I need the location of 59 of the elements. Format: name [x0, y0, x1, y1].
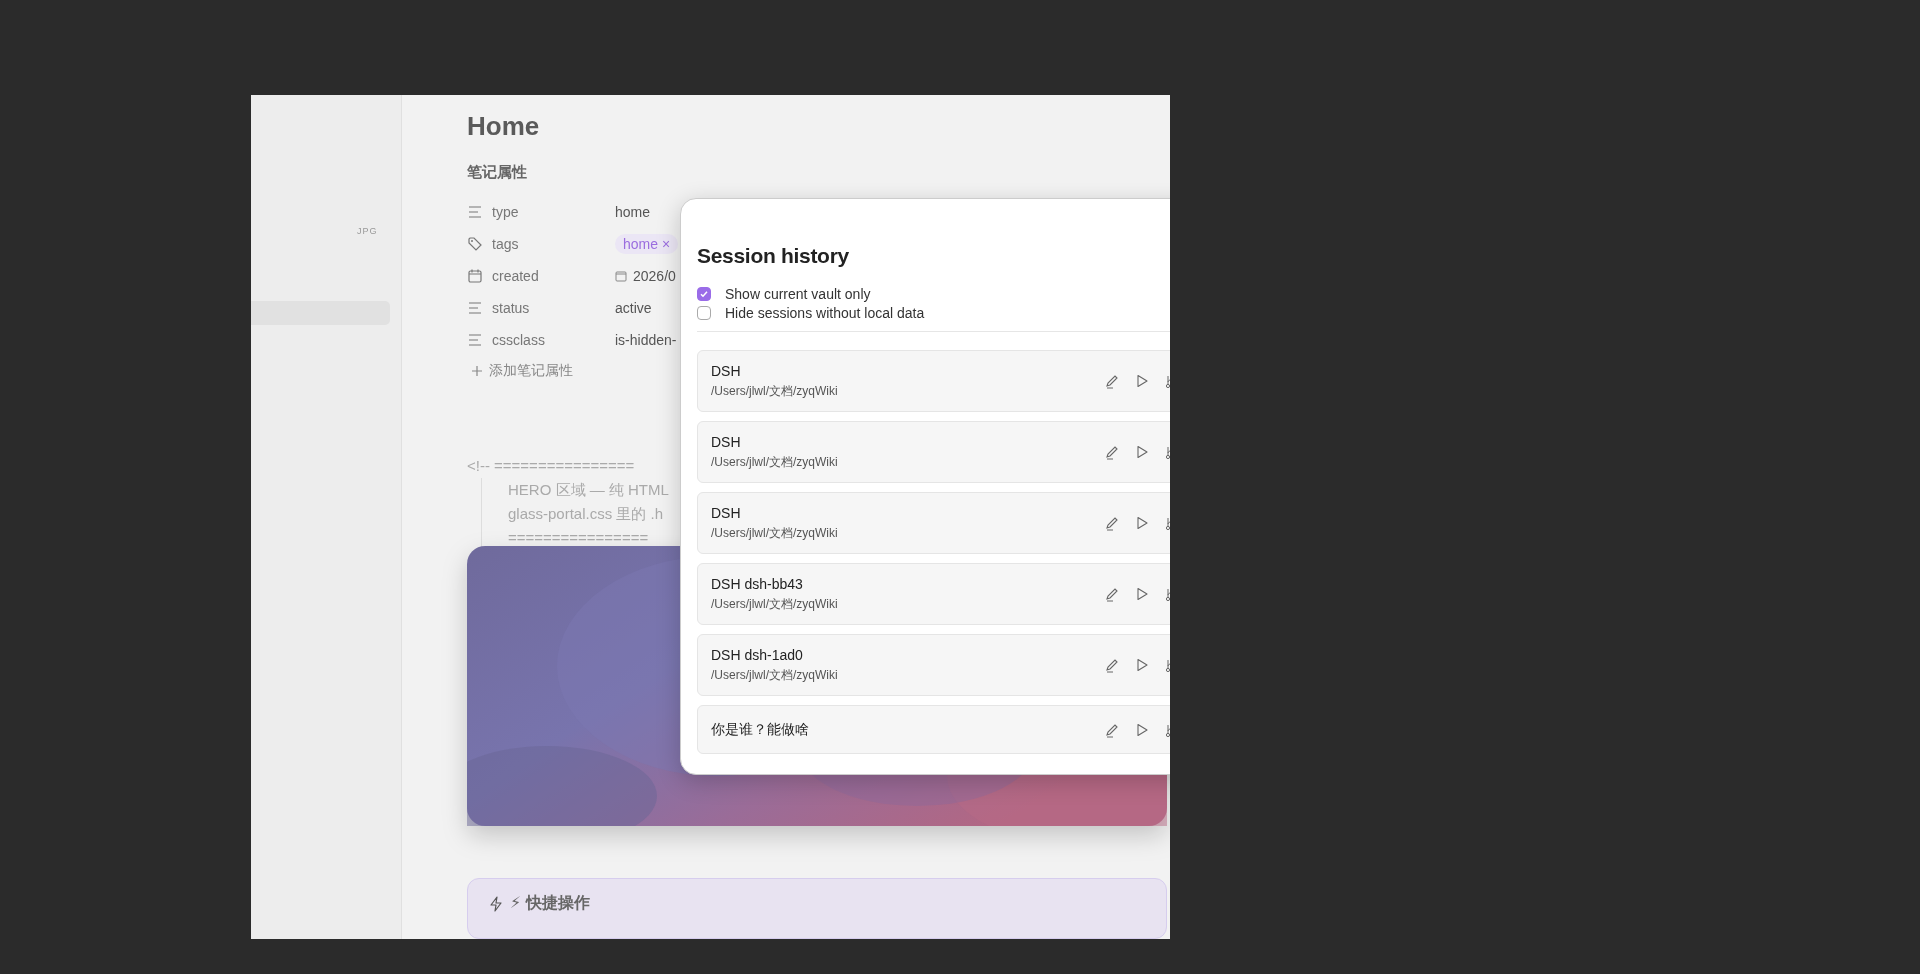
- property-name: tags: [492, 236, 519, 252]
- session-row[interactable]: DSH dsh-bb43 /Users/jlwl/文档/zyqWiki: [697, 563, 1170, 625]
- property-name: status: [492, 300, 530, 316]
- calendar-icon: [615, 270, 627, 282]
- tag-icon: [467, 236, 483, 252]
- note-title: Home: [467, 110, 541, 143]
- session-name: DSH: [711, 504, 742, 521]
- code-comment-line: ================: [508, 528, 649, 548]
- pencil-icon[interactable]: [1104, 657, 1120, 673]
- properties-heading: 笔记属性: [467, 163, 528, 182]
- session-path: /Users/jlwl/文档/zyqWiki: [711, 666, 839, 684]
- play-icon[interactable]: [1134, 515, 1150, 531]
- play-icon[interactable]: [1134, 373, 1150, 389]
- pencil-icon[interactable]: [1104, 444, 1120, 460]
- checkbox-label: Hide sessions without local data: [725, 305, 925, 321]
- pencil-icon[interactable]: [1104, 586, 1120, 602]
- session-name: DSH: [711, 433, 742, 450]
- session-name: 你是谁？能做啥: [711, 720, 810, 739]
- file-type-label: JPG: [357, 226, 378, 236]
- play-icon[interactable]: [1134, 444, 1150, 460]
- property-value[interactable]: is-hidden-: [615, 332, 677, 348]
- pencil-icon[interactable]: [1104, 515, 1120, 531]
- text-lines-icon: [467, 332, 483, 348]
- code-comment-line: HERO 区域 — 纯 HTML: [508, 480, 669, 500]
- property-value[interactable]: active: [615, 300, 652, 316]
- session-path: /Users/jlwl/文档/zyqWiki: [711, 595, 839, 613]
- pencil-icon[interactable]: [1104, 373, 1120, 389]
- property-name: cssclass: [492, 332, 545, 348]
- session-path: /Users/jlwl/文档/zyqWiki: [711, 524, 839, 542]
- text-lines-icon: [467, 204, 483, 220]
- session-path: /Users/jlwl/文档/zyqWiki: [711, 453, 839, 471]
- play-icon[interactable]: [1134, 721, 1150, 738]
- play-icon[interactable]: [1134, 586, 1150, 602]
- session-row[interactable]: DSH /Users/jlwl/文档/zyqWiki: [697, 350, 1170, 412]
- plus-icon: [471, 365, 483, 377]
- dialog-title: Session history: [697, 244, 850, 268]
- checkbox[interactable]: [697, 287, 711, 301]
- session-row[interactable]: 你是谁？能做啥: [697, 705, 1170, 754]
- property-name: type: [492, 204, 519, 220]
- property-value[interactable]: home: [615, 204, 651, 220]
- session-row[interactable]: DSH /Users/jlwl/文档/zyqWiki: [697, 421, 1170, 483]
- checkmark-icon: [698, 288, 710, 300]
- code-comment-line: <!-- ================: [467, 456, 635, 476]
- session-row[interactable]: DSH /Users/jlwl/文档/zyqWiki: [697, 492, 1170, 554]
- quick-actions-title: ⚡ 快捷操作: [510, 893, 590, 913]
- session-path: /Users/jlwl/文档/zyqWiki: [711, 382, 839, 400]
- lightning-icon: [488, 895, 504, 912]
- property-value[interactable]: 2026/0: [633, 268, 676, 284]
- session-name: DSH: [711, 362, 742, 379]
- session-name: DSH dsh-1ad0: [711, 646, 804, 663]
- session-row[interactable]: DSH dsh-1ad0 /Users/jlwl/文档/zyqWiki: [697, 634, 1170, 696]
- checkbox[interactable]: [697, 306, 711, 320]
- play-icon[interactable]: [1134, 657, 1150, 673]
- session-name: DSH dsh-bb43: [711, 575, 804, 592]
- text-lines-icon: [467, 300, 483, 316]
- checkbox-label: Show current vault only: [725, 286, 871, 302]
- calendar-icon: [467, 268, 483, 284]
- code-comment-line: glass-portal.css 里的 .h: [508, 504, 664, 524]
- property-name: created: [492, 268, 539, 284]
